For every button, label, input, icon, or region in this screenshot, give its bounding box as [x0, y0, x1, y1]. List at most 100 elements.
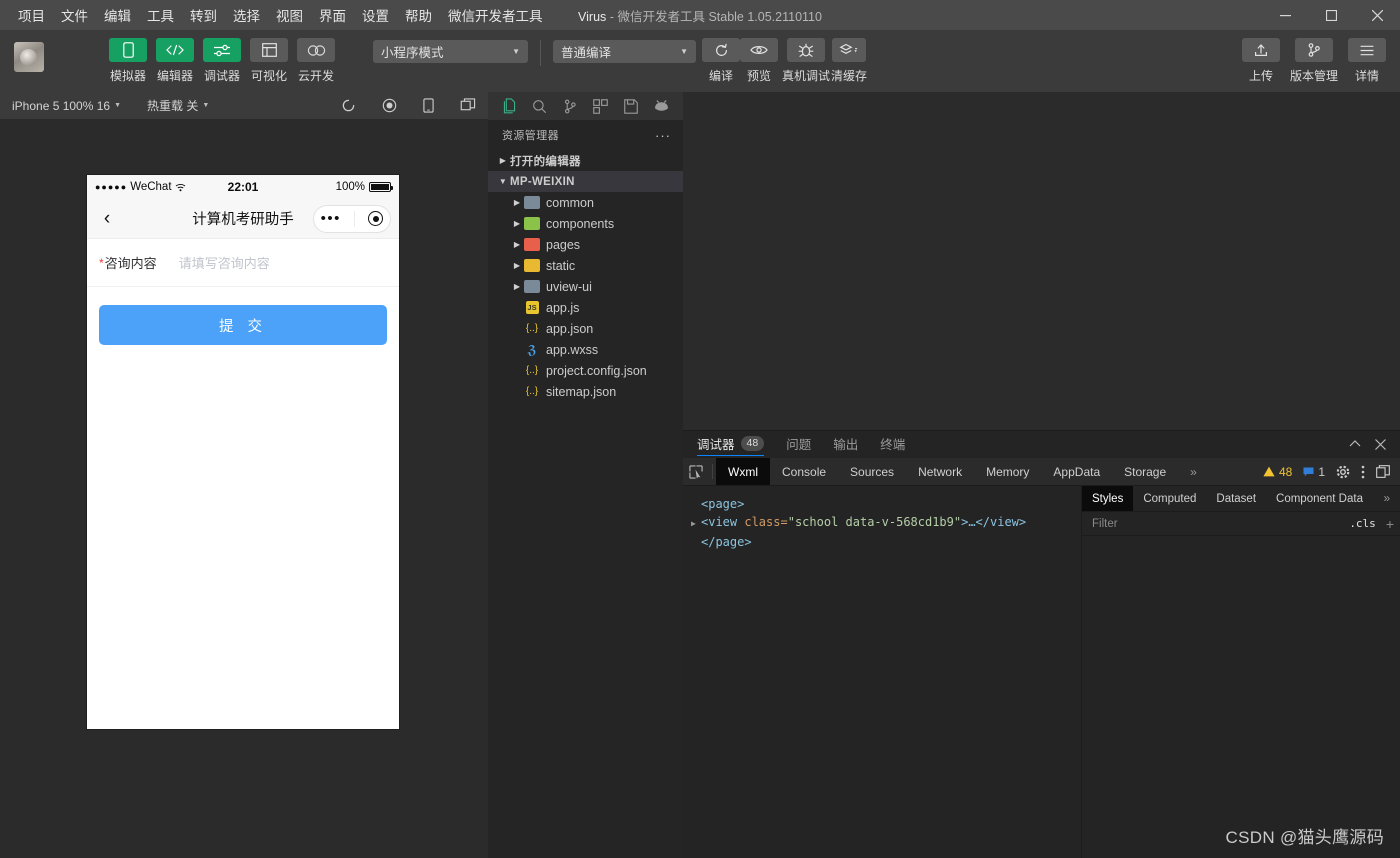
avatar[interactable] [14, 42, 44, 72]
kebab-icon[interactable] [1361, 465, 1365, 479]
editor-area[interactable] [683, 92, 1400, 430]
menu-item-project[interactable]: 项目 [10, 1, 53, 29]
menu-item-goto[interactable]: 转到 [182, 1, 225, 29]
expand-arrow-icon[interactable]: ▶ [691, 515, 701, 533]
menu-item-settings[interactable]: 设置 [354, 1, 397, 29]
menu-item-devtools[interactable]: 微信开发者工具 [440, 1, 551, 29]
wxml-line-2[interactable]: ▶ <view class="school data-v-568cd1b9">…… [691, 513, 1081, 533]
source-control-icon[interactable] [558, 95, 582, 117]
device-select[interactable]: iPhone 5 100% 16 ▼ [12, 99, 121, 113]
extensions-icon[interactable] [589, 95, 613, 117]
tree-item-project-config[interactable]: {..} project.config.json [488, 360, 683, 381]
wechat-capsule[interactable]: ••• [313, 204, 391, 233]
version-control-button[interactable]: 版本管理 [1289, 38, 1339, 84]
tab-sources[interactable]: Sources [838, 458, 906, 485]
tree-item-static[interactable]: ▶ static [488, 255, 683, 276]
panel-tab-problems[interactable]: 问题 [786, 434, 811, 455]
tree-section-open-editors[interactable]: ▶ 打开的编辑器 [488, 150, 683, 171]
tab-network[interactable]: Network [906, 458, 974, 485]
add-rule-button[interactable]: + [1376, 516, 1394, 532]
more-icon[interactable]: ••• [321, 211, 341, 226]
cloud-toggle-button[interactable]: 云开发 [297, 38, 335, 84]
menu-item-tools[interactable]: 工具 [139, 1, 182, 29]
consult-input[interactable]: 请填写咨询内容 [179, 253, 270, 272]
close-button[interactable] [1354, 0, 1400, 30]
form-row-consult[interactable]: * 咨询内容 请填写咨询内容 [87, 239, 399, 287]
info-badge[interactable]: 1 [1303, 465, 1325, 479]
minimize-button[interactable] [1262, 0, 1308, 30]
warning-badge[interactable]: 48 [1263, 465, 1292, 479]
tree-item-pages[interactable]: ▶ pages [488, 234, 683, 255]
search-icon[interactable] [528, 95, 552, 117]
tab-wxml[interactable]: Wxml [716, 458, 770, 485]
upload-button[interactable]: 上传 [1242, 38, 1280, 84]
close-icon[interactable] [1375, 439, 1386, 450]
simulator-toggle-button[interactable]: 模拟器 [109, 38, 147, 84]
panel-tab-label: 调试器 [697, 437, 735, 452]
hotreload-select[interactable]: 热重载 关 ▼ [147, 97, 209, 114]
tab-memory[interactable]: Memory [974, 458, 1041, 485]
clear-cache-button[interactable]: ▾ 清缓存 [828, 38, 870, 84]
tree-item-uview-ui[interactable]: ▶ uview-ui [488, 276, 683, 297]
tab-overflow[interactable]: » [1178, 458, 1209, 485]
windows-icon[interactable] [460, 98, 476, 113]
tree-section-project-root[interactable]: ▼ MP-WEIXIN [488, 171, 683, 192]
chevron-right-icon: ▶ [513, 240, 521, 249]
debug-icon[interactable] [650, 95, 674, 117]
tree-item-components[interactable]: ▶ components [488, 213, 683, 234]
files-icon[interactable] [497, 95, 521, 117]
chevron-right-icon: ▶ [513, 261, 521, 270]
tree-item-app-json[interactable]: {..} app.json [488, 318, 683, 339]
window-title-version: Stable 1.05.2110110 [708, 9, 822, 24]
chevron-up-icon[interactable] [1349, 439, 1361, 450]
explorer-more-icon[interactable]: ··· [655, 128, 671, 143]
tab-component-data[interactable]: Component Data [1266, 486, 1373, 511]
tree-item-app-js[interactable]: JS app.js [488, 297, 683, 318]
menu-item-edit[interactable]: 编辑 [96, 1, 139, 29]
inspect-icon[interactable] [683, 458, 709, 485]
menu-item-interface[interactable]: 界面 [311, 1, 354, 29]
menu-item-help[interactable]: 帮助 [397, 1, 440, 29]
styles-tab-overflow[interactable]: » [1374, 486, 1400, 511]
submit-button[interactable]: 提 交 [99, 305, 387, 345]
panel-tab-terminal[interactable]: 终端 [880, 434, 905, 455]
device-icon[interactable] [423, 98, 434, 113]
tab-storage[interactable]: Storage [1112, 458, 1178, 485]
compile-button[interactable]: 编译 [702, 38, 740, 84]
cls-button[interactable]: .cls [1349, 517, 1376, 530]
tab-appdata[interactable]: AppData [1041, 458, 1112, 485]
tree-item-sitemap[interactable]: {..} sitemap.json [488, 381, 683, 402]
gear-icon[interactable] [1336, 465, 1350, 479]
mode-select[interactable]: 小程序模式 ▼ [373, 40, 528, 63]
target-icon[interactable] [368, 211, 384, 226]
visual-toggle-button[interactable]: 可视化 [250, 38, 288, 84]
editor-toggle-button[interactable]: 编辑器 [156, 38, 194, 84]
panel-tab-debugger[interactable]: 调试器 48 [697, 434, 765, 456]
styles-filter-row: Filter .cls + [1082, 512, 1400, 536]
maximize-button[interactable] [1308, 0, 1354, 30]
real-device-debug-button[interactable]: 真机调试 [782, 38, 830, 84]
tab-styles[interactable]: Styles [1082, 486, 1134, 511]
tab-console[interactable]: Console [770, 458, 838, 485]
styles-filter-input[interactable]: Filter [1092, 518, 1118, 530]
dock-icon[interactable] [1376, 465, 1390, 478]
rotate-icon[interactable] [341, 98, 356, 113]
menu-item-file[interactable]: 文件 [53, 1, 96, 29]
debugger-toggle-button[interactable]: 调试器 [203, 38, 241, 84]
chevron-left-icon[interactable]: ‹ [95, 208, 119, 230]
menu-item-select[interactable]: 选择 [225, 1, 268, 29]
details-button[interactable]: 详情 [1348, 38, 1386, 84]
tab-dataset[interactable]: Dataset [1206, 486, 1266, 511]
tree-item-app-wxss[interactable]: ℨ app.wxss [488, 339, 683, 360]
tab-computed[interactable]: Computed [1133, 486, 1206, 511]
preview-button[interactable]: 预览 [740, 38, 778, 84]
menu-item-view[interactable]: 视图 [268, 1, 311, 29]
compile-select[interactable]: 普通编译 ▼ [553, 40, 696, 63]
panel-window-actions [1349, 439, 1400, 450]
record-icon[interactable] [382, 98, 397, 113]
tabbar-divider [712, 464, 713, 479]
tree-item-common[interactable]: ▶ common [488, 192, 683, 213]
wxml-tree-pane[interactable]: <page> ▶ <view class="school data-v-568c… [683, 486, 1082, 858]
save-icon[interactable] [619, 95, 643, 117]
panel-tab-output[interactable]: 输出 [833, 434, 858, 455]
